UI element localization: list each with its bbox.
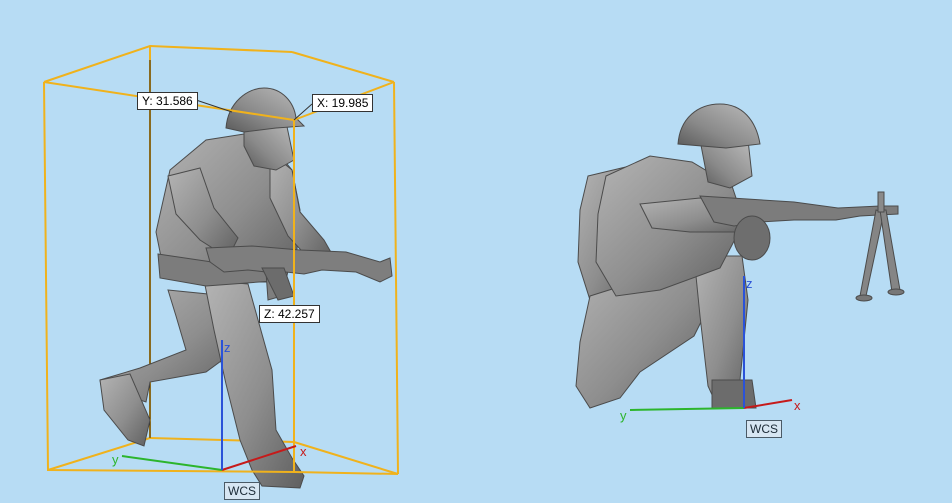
scene-canvas[interactable]: y x z y x z [0, 0, 952, 503]
dimension-label-y: Y: 31.586 [137, 92, 198, 110]
axis-x-letter: x [794, 398, 801, 413]
axis-z-letter: z [746, 276, 753, 291]
axis-x-letter: x [300, 444, 307, 459]
wcs-label-left: WCS [224, 482, 260, 500]
axis-z-letter: z [224, 340, 231, 355]
dimension-label-z: Z: 42.257 [259, 305, 320, 323]
3d-viewport[interactable]: y x z y x z Y: 31.586 X: 19.985 Z: 42.25… [0, 0, 952, 503]
axis-y-letter: y [112, 452, 119, 467]
wcs-label-right: WCS [746, 420, 782, 438]
dimension-label-x: X: 19.985 [312, 94, 374, 112]
axis-y-letter: y [620, 408, 627, 423]
